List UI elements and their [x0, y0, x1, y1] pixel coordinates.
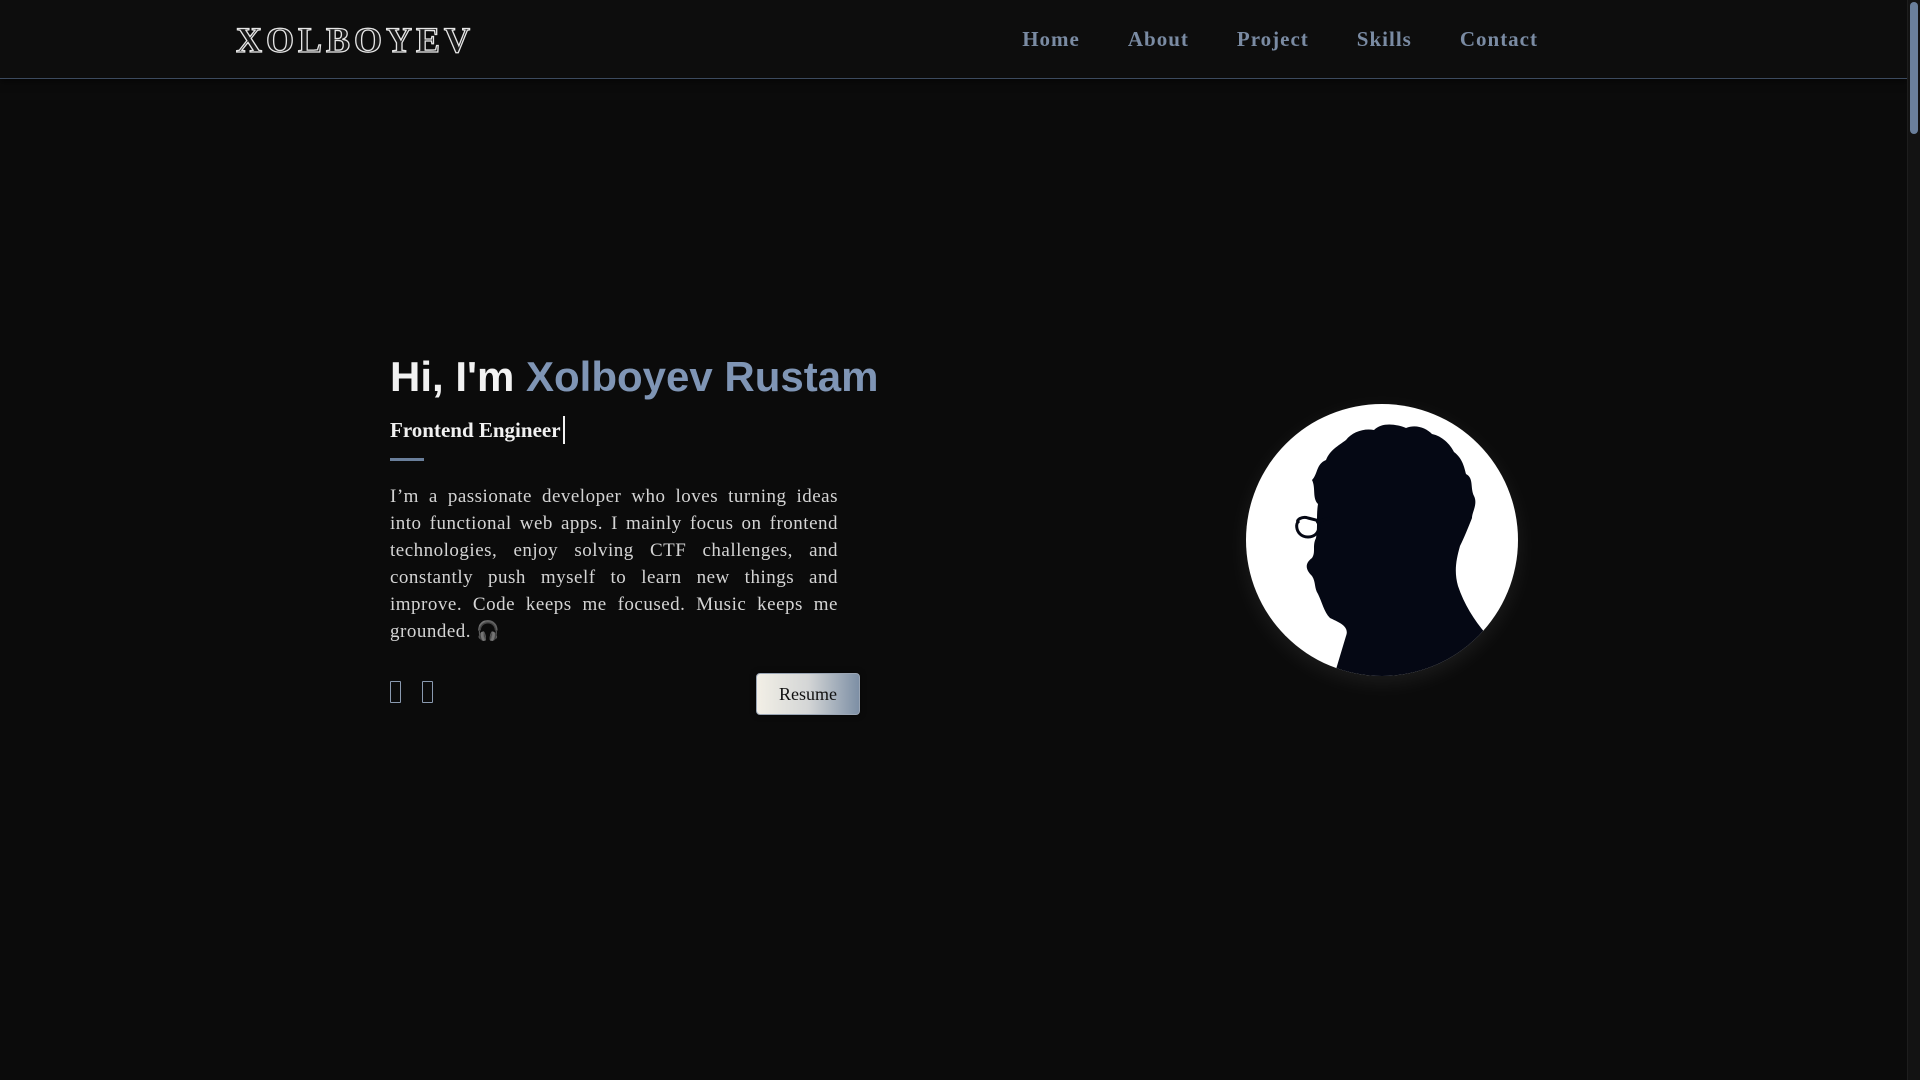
- page: XOLBOYEV Home About Project Skills Conta…: [0, 0, 1920, 1080]
- role-text: Frontend Engineer: [390, 417, 561, 442]
- navbar: XOLBOYEV Home About Project Skills Conta…: [0, 0, 1908, 79]
- silhouette-image: [1295, 424, 1518, 676]
- hero-name: Xolboyev Rustam: [526, 353, 879, 400]
- nav-links: Home About Project Skills Contact: [1022, 0, 1538, 78]
- role-line: Frontend Engineer: [390, 414, 860, 446]
- nav-link-home[interactable]: Home: [1022, 27, 1080, 52]
- hero-intro: Hi, I'm Xolboyev Rustam Frontend Enginee…: [390, 346, 878, 715]
- site-logo[interactable]: XOLBOYEV: [235, 16, 474, 64]
- nav-link-about[interactable]: About: [1128, 27, 1189, 52]
- bio-text: I’m a passionate developer who loves tur…: [390, 486, 838, 642]
- scrollbar-thumb[interactable]: [1910, 2, 1918, 134]
- resume-button[interactable]: Resume: [756, 673, 860, 715]
- accent-divider: [390, 458, 424, 461]
- linkedin-icon[interactable]: [422, 681, 433, 703]
- nav-link-project[interactable]: Project: [1237, 27, 1309, 52]
- hero-actions: Resume: [390, 673, 860, 715]
- typing-cursor: [562, 416, 565, 444]
- hero-heading: Hi, I'm Xolboyev Rustam: [390, 346, 878, 408]
- profile-avatar: [1246, 404, 1518, 676]
- github-icon[interactable]: [390, 681, 401, 703]
- nav-link-contact[interactable]: Contact: [1460, 27, 1538, 52]
- greeting-text: Hi, I'm: [390, 353, 527, 400]
- page-scrollbar[interactable]: [1907, 0, 1920, 1080]
- nav-link-skills[interactable]: Skills: [1357, 27, 1412, 52]
